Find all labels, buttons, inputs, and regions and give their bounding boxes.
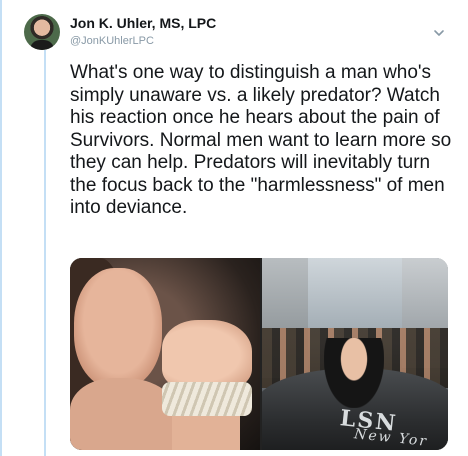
avatar-shirt: [30, 40, 54, 50]
author-handle[interactable]: @JonKUhlerLPC: [70, 35, 154, 47]
photo-rope: [162, 382, 252, 416]
media-photo-left[interactable]: [70, 258, 260, 450]
author-display-name[interactable]: Jon K. Uhler, MS, LPC: [70, 15, 216, 31]
tweet-media[interactable]: LSN New Yor: [70, 258, 448, 450]
media-photo-right[interactable]: LSN New Yor: [262, 258, 448, 450]
thread-connector-line: [44, 50, 46, 456]
chevron-down-icon[interactable]: [432, 26, 446, 40]
thread-indicator: [0, 0, 2, 456]
photo-figure: [324, 338, 384, 408]
tweet-text: What's one way to distinguish a man who'…: [70, 62, 452, 218]
photo-hands: [162, 320, 252, 390]
avatar[interactable]: [24, 14, 60, 50]
photo-face: [74, 268, 162, 388]
